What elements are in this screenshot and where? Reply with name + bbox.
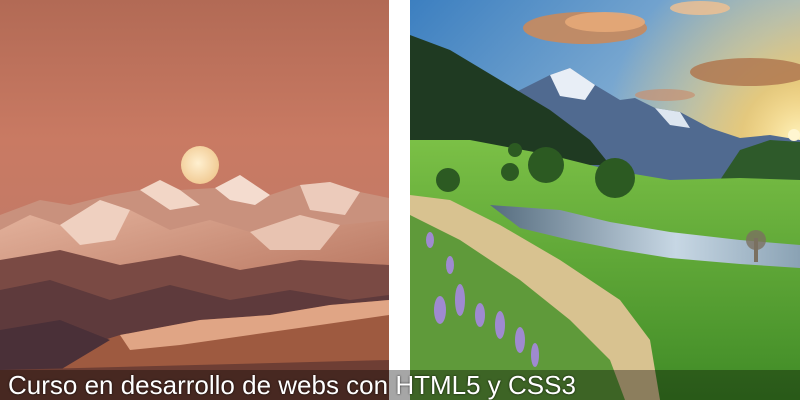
moon — [181, 146, 219, 184]
moon-over-mountains-photo — [0, 0, 389, 400]
caption-text: Curso en desarrollo de webs con HTML5 y … — [8, 370, 576, 400]
sunset-valley-river-photo — [410, 0, 800, 400]
